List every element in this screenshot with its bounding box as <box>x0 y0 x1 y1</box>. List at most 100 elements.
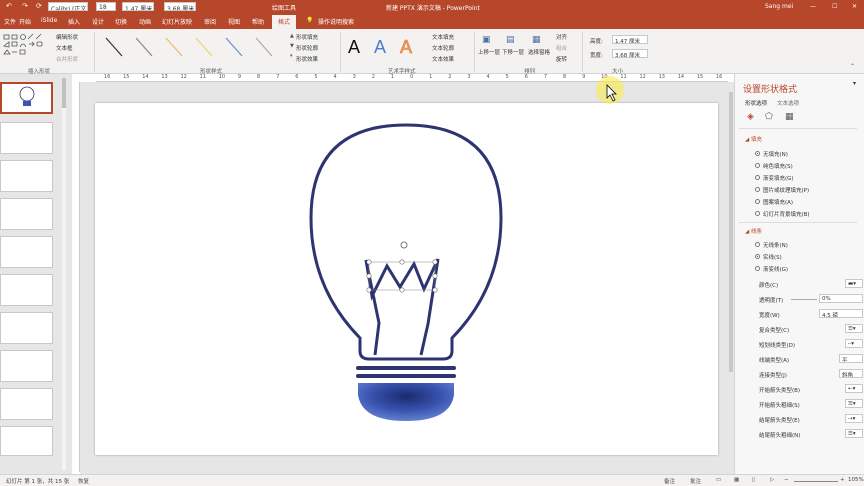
tab-help[interactable]: 帮助 <box>252 17 264 26</box>
fill-radio-background[interactable] <box>755 211 760 216</box>
tab-review[interactable]: 审阅 <box>204 17 216 26</box>
slide-thumbnail[interactable] <box>0 274 53 306</box>
tab-view[interactable]: 视图 <box>228 17 240 26</box>
pane-tab-shape-options[interactable]: 形状选项 <box>745 99 767 107</box>
rotate-button[interactable]: 旋转 <box>556 55 567 63</box>
slide-thumbnail[interactable] <box>0 350 53 382</box>
text-fill-button[interactable]: 文本填充 <box>432 33 454 41</box>
slide-thumbnail[interactable] <box>0 82 53 114</box>
begin-arrow-type-dropdown[interactable]: ⇠▾ <box>845 384 863 393</box>
send-backward-button[interactable]: 下移一层 <box>502 48 524 56</box>
text-effect-button[interactable]: 文本效果 <box>432 55 454 63</box>
line-radio-gradient[interactable] <box>755 266 760 271</box>
zoom-slider[interactable] <box>794 481 838 482</box>
slideshow-view-icon[interactable]: ▷ <box>770 477 774 483</box>
begin-arrow-size-dropdown[interactable]: ☰▾ <box>845 399 863 408</box>
bulb-glass-outline[interactable] <box>309 123 503 361</box>
transparency-input[interactable]: 0% <box>819 294 863 303</box>
tab-file[interactable]: 文件 <box>4 17 16 26</box>
restore-indicator[interactable]: 恢复 <box>78 477 89 485</box>
shape-fill-button[interactable]: 形状填充 <box>296 33 318 41</box>
sorter-view-icon[interactable]: ▦ <box>734 477 739 483</box>
user-name[interactable]: Sang mei <box>765 3 793 10</box>
tab-insert[interactable]: 插入 <box>68 17 80 26</box>
group-button[interactable]: 组合 <box>556 44 567 52</box>
edit-shape-button[interactable]: 编辑形状 <box>56 33 78 41</box>
font-size-box[interactable]: 18 <box>96 2 116 11</box>
reading-view-icon[interactable]: ▯ <box>752 477 755 483</box>
line-width-input[interactable]: 4.5 磅 <box>819 309 863 318</box>
wordart-style-black[interactable]: A <box>348 37 360 58</box>
fill-line-icon[interactable]: ◈ <box>747 112 754 122</box>
pane-options-icon[interactable]: ▾ <box>853 80 856 87</box>
zoom-level[interactable]: 105% <box>848 477 864 483</box>
align-button[interactable]: 对齐 <box>556 33 567 41</box>
normal-view-icon[interactable]: ▭ <box>716 477 721 483</box>
notes-button[interactable]: 备注 <box>664 477 675 485</box>
thumbnail-scrollbar[interactable] <box>62 78 66 470</box>
bring-forward-button[interactable]: 上移一层 <box>478 48 500 56</box>
qa-height-box[interactable]: 1.47 厘米 <box>122 2 154 11</box>
effects-icon[interactable]: ⬠ <box>765 112 773 122</box>
fill-radio-picture[interactable] <box>755 187 760 192</box>
more-styles-icon[interactable]: ▾ <box>290 53 293 59</box>
line-radio-none[interactable] <box>755 242 760 247</box>
cap-type-dropdown[interactable]: 平 <box>839 354 863 363</box>
dash-type-dropdown[interactable]: ┄▾ <box>845 339 863 348</box>
scroll-up-icon[interactable]: ▲ <box>290 33 294 39</box>
minimize-icon[interactable]: — <box>810 3 816 10</box>
fill-radio-solid[interactable] <box>755 163 760 168</box>
comments-button[interactable]: 批注 <box>690 477 701 485</box>
text-box-button[interactable]: 文本框 <box>56 44 73 52</box>
zoom-out-icon[interactable]: − <box>784 477 789 483</box>
size-width-input[interactable]: 3.68 厘米 <box>612 49 648 58</box>
wordart-style-blue[interactable]: A <box>374 37 386 58</box>
tab-islide[interactable]: iSlide <box>41 17 57 24</box>
join-type-dropdown[interactable]: 斜角 <box>839 369 863 378</box>
slide-thumbnail[interactable] <box>0 426 53 456</box>
slide-thumbnail[interactable] <box>0 198 53 230</box>
size-height-input[interactable]: 1.47 厘米 <box>612 35 648 44</box>
shape-effect-button[interactable]: 形状效果 <box>296 55 318 63</box>
tell-me-search[interactable]: 操作说明搜索 <box>318 17 354 26</box>
line-color-picker[interactable]: ▬▾ <box>845 279 863 288</box>
slide-thumbnail[interactable] <box>0 312 53 344</box>
qa-width-box[interactable]: 3.68 厘米 <box>164 2 196 11</box>
fill-section-header[interactable]: ◢ 填充 <box>745 135 762 143</box>
shape-style-gallery[interactable] <box>100 34 288 60</box>
slide[interactable] <box>95 103 718 455</box>
size-properties-icon[interactable]: ▦ <box>785 112 794 122</box>
wordart-style-orange[interactable]: A <box>400 37 413 58</box>
bulb-base-cap[interactable] <box>358 383 454 421</box>
tab-format[interactable]: 格式 <box>272 15 297 29</box>
merge-shapes-button[interactable]: 合并形状 <box>56 55 78 63</box>
slide-thumbnail[interactable] <box>0 236 53 268</box>
slide-thumbnail[interactable] <box>0 160 53 192</box>
fill-radio-pattern[interactable] <box>755 199 760 204</box>
text-outline-button[interactable]: 文本轮廓 <box>432 44 454 52</box>
selection-pane-button[interactable]: 选择窗格 <box>528 48 550 56</box>
shape-gallery[interactable] <box>2 33 48 63</box>
slide-thumbnail[interactable] <box>0 388 53 420</box>
line-radio-solid[interactable] <box>755 254 760 259</box>
line-section-header[interactable]: ◢ 线条 <box>745 227 762 235</box>
transparency-slider[interactable] <box>791 299 817 300</box>
close-icon[interactable]: ✕ <box>852 3 857 10</box>
fill-radio-gradient[interactable] <box>755 175 760 180</box>
end-arrow-size-dropdown[interactable]: ☰▾ <box>845 429 863 438</box>
compound-type-dropdown[interactable]: ☰▾ <box>845 324 863 333</box>
end-arrow-type-dropdown[interactable]: ⇢▾ <box>845 414 863 423</box>
refresh-icon[interactable]: ⟳ <box>36 2 42 10</box>
tab-design[interactable]: 设计 <box>92 17 104 26</box>
maximize-icon[interactable]: ☐ <box>832 3 837 10</box>
undo-icon[interactable]: ↶ <box>6 2 12 10</box>
tab-slideshow[interactable]: 幻灯片放映 <box>162 17 192 26</box>
zoom-in-icon[interactable]: + <box>840 477 845 483</box>
scroll-down-icon[interactable]: ▼ <box>290 43 294 49</box>
shape-outline-button[interactable]: 形状轮廓 <box>296 44 318 52</box>
font-name-box[interactable]: Calibri (正文) <box>48 2 88 11</box>
tab-animations[interactable]: 动画 <box>139 17 151 26</box>
filament-right[interactable] <box>419 258 440 356</box>
collapse-ribbon-icon[interactable]: ⌃ <box>850 63 855 70</box>
redo-icon[interactable]: ↷ <box>22 2 28 10</box>
